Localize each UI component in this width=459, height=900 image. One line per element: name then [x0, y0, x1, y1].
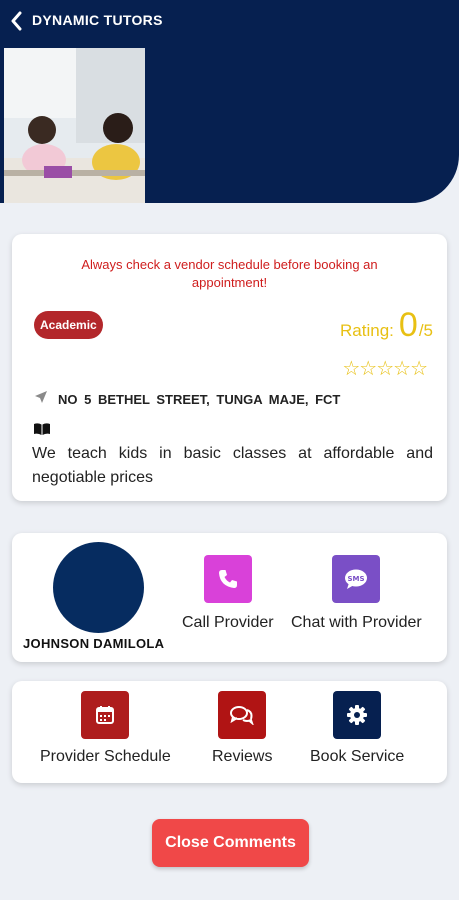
reviews-button[interactable]: Reviews	[212, 691, 272, 766]
phone-icon	[203, 555, 252, 603]
chat-provider-button[interactable]: SMS Chat with Provider	[291, 555, 422, 632]
back-icon[interactable]	[6, 9, 26, 33]
provider-schedule-button[interactable]: Provider Schedule	[40, 691, 171, 766]
avatar	[53, 542, 144, 633]
chat-provider-label: Chat with Provider	[291, 614, 422, 631]
calendar-icon	[81, 691, 130, 739]
actions-card: Provider Schedule Reviews Book Service	[12, 681, 447, 783]
category-badge: Academic	[34, 311, 103, 339]
vendor-info-card: Always check a vendor schedule before bo…	[12, 234, 447, 501]
page-title: DYNAMIC TUTORS	[32, 12, 163, 28]
rating-value: 0	[398, 306, 418, 344]
book-service-button[interactable]: Book Service	[310, 691, 404, 766]
comments-icon	[218, 691, 267, 739]
address-text: NO 5 BETHEL STREET, TUNGA MAJE, FCT	[58, 392, 341, 407]
rating-label: Rating:	[340, 321, 394, 340]
sms-icon: SMS	[332, 555, 381, 603]
rating-display: Rating: 0 /5	[340, 306, 433, 344]
book-service-label: Book Service	[310, 748, 405, 765]
book-icon	[34, 422, 50, 440]
header-banner: DYNAMIC TUTORS	[0, 0, 459, 203]
call-provider-button[interactable]: Call Provider	[182, 555, 274, 632]
reviews-label: Reviews	[212, 748, 273, 765]
rating-max: /5	[418, 321, 433, 340]
svg-text:SMS: SMS	[348, 575, 365, 583]
gear-icon	[333, 691, 382, 739]
close-comments-button[interactable]: Close Comments	[152, 819, 309, 867]
provider-card: JOHNSON DAMILOLA Call Provider SMS Chat …	[12, 533, 447, 662]
vendor-photo	[4, 48, 145, 203]
provider-name: JOHNSON DAMILOLA	[23, 636, 165, 651]
call-provider-label: Call Provider	[182, 614, 274, 631]
vendor-description: We teach kids in basic classes at afford…	[32, 445, 433, 486]
location-arrow-icon	[34, 390, 48, 409]
rating-stars: ☆☆☆☆☆	[342, 358, 428, 380]
provider-schedule-label: Provider Schedule	[40, 748, 171, 765]
schedule-warning: Always check a vendor schedule before bo…	[81, 257, 378, 290]
address-row: NO 5 BETHEL STREET, TUNGA MAJE, FCT	[34, 390, 340, 409]
